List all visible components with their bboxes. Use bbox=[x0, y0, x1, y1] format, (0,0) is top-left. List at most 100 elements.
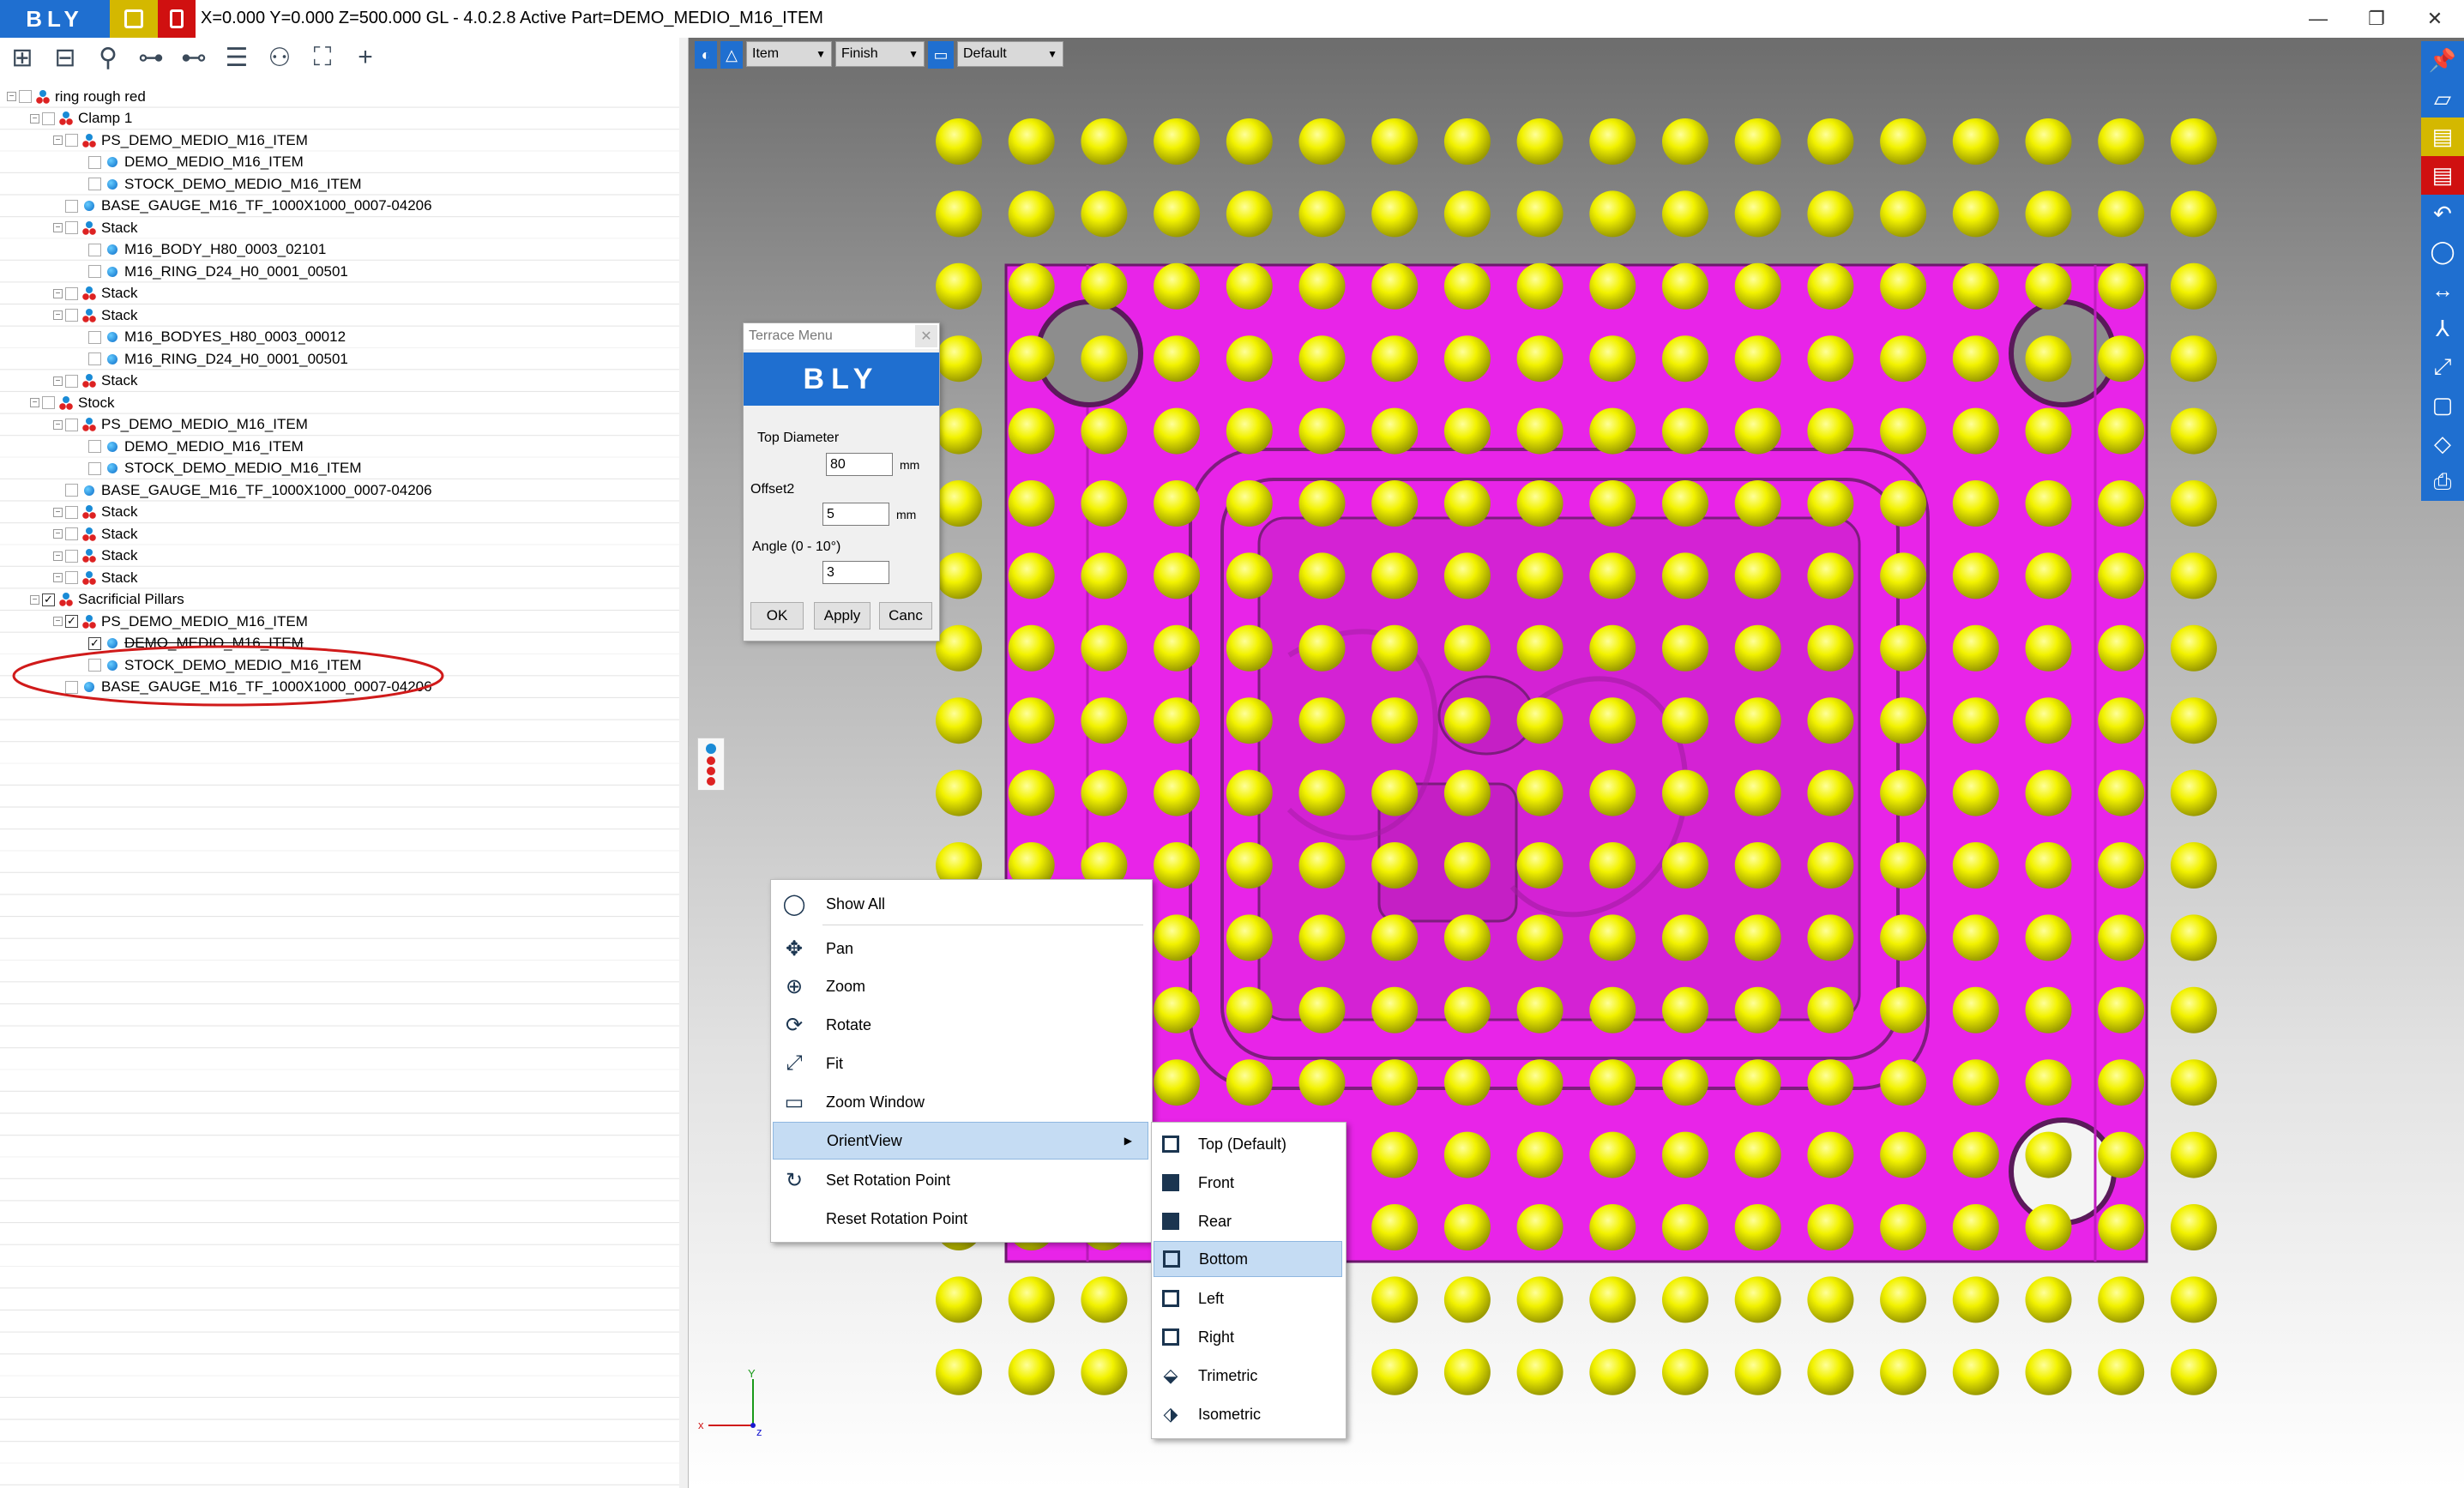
red-mode-button[interactable] bbox=[158, 0, 196, 38]
tree-alt-icon[interactable]: ⊷ bbox=[175, 40, 213, 75]
visibility-checkbox[interactable] bbox=[65, 571, 78, 584]
tree-item[interactable]: − Stack bbox=[53, 217, 138, 238]
plus-icon[interactable]: + bbox=[346, 40, 384, 75]
expander-icon[interactable]: − bbox=[53, 507, 63, 517]
measure-icon[interactable]: ↔ bbox=[2421, 271, 2464, 310]
expander-icon[interactable]: − bbox=[53, 223, 63, 232]
tree-item[interactable]: − Stack bbox=[53, 545, 138, 567]
item-select[interactable]: Item ▼ bbox=[746, 41, 832, 67]
visibility-checkbox[interactable] bbox=[65, 418, 78, 431]
list-icon[interactable]: ☰ bbox=[218, 40, 256, 75]
visibility-checkbox[interactable] bbox=[42, 111, 55, 125]
visibility-checkbox[interactable] bbox=[19, 90, 32, 103]
tree-item[interactable]: BASE_GAUGE_M16_TF_1000X1000_0007-04206 bbox=[53, 479, 432, 501]
visibility-checkbox[interactable] bbox=[88, 461, 101, 475]
visibility-checkbox[interactable] bbox=[65, 484, 78, 497]
ok-button[interactable]: OK bbox=[750, 602, 804, 630]
visibility-checkbox[interactable] bbox=[65, 374, 78, 388]
top-diameter-input[interactable]: 80 bbox=[826, 453, 893, 476]
cancel-button[interactable]: Canc bbox=[879, 602, 932, 630]
tree-item[interactable]: − ring rough red bbox=[7, 86, 146, 107]
menu-item-fit[interactable]: ⤢ Fit bbox=[773, 1045, 1148, 1082]
panel-splitter[interactable] bbox=[679, 38, 689, 1488]
angle-input[interactable]: 3 bbox=[822, 561, 889, 584]
visibility-checkbox[interactable] bbox=[65, 221, 78, 234]
orient-rear[interactable]: Rear bbox=[1154, 1203, 1342, 1239]
search-icon[interactable]: ⚲ bbox=[89, 40, 127, 75]
expander-icon[interactable]: − bbox=[53, 573, 63, 582]
fit-icon[interactable]: ⛶ bbox=[304, 40, 341, 75]
pin-icon[interactable]: 📌 bbox=[2421, 41, 2464, 80]
close-icon[interactable]: ✕ bbox=[915, 325, 937, 347]
axis-icon[interactable]: ⅄ bbox=[2421, 310, 2464, 348]
app-logo[interactable]: BLY bbox=[0, 0, 110, 38]
tree-item[interactable]: − Stock bbox=[30, 392, 115, 413]
shape-icon[interactable]: ◇ bbox=[2421, 425, 2464, 463]
view-mode-icon[interactable]: ◐ bbox=[695, 41, 717, 69]
visibility-checkbox[interactable] bbox=[65, 615, 78, 628]
expander-icon[interactable]: − bbox=[53, 529, 63, 539]
tree-item[interactable]: DEMO_MEDIO_M16_ITEM bbox=[76, 436, 304, 457]
visibility-checkbox[interactable] bbox=[42, 593, 55, 606]
expander-icon[interactable]: − bbox=[7, 92, 16, 101]
visibility-checkbox[interactable] bbox=[65, 309, 78, 322]
folder-icon[interactable]: ▱ bbox=[2421, 80, 2464, 118]
finish-select[interactable]: Finish ▼ bbox=[835, 41, 925, 67]
visibility-checkbox[interactable] bbox=[65, 134, 78, 147]
expander-icon[interactable]: − bbox=[30, 594, 39, 605]
window-icon[interactable]: ▢ bbox=[2421, 386, 2464, 425]
tree-item[interactable]: − Stack bbox=[53, 567, 138, 588]
expander-icon[interactable]: − bbox=[30, 398, 39, 407]
collapse-icon[interactable]: ⊟ bbox=[46, 40, 84, 75]
visibility-checkbox[interactable] bbox=[88, 178, 101, 190]
default-select[interactable]: Default ▼ bbox=[957, 41, 1063, 67]
tree-item[interactable]: − PS_DEMO_MEDIO_M16_ITEM bbox=[53, 414, 308, 436]
tree-item[interactable]: − Stack bbox=[53, 283, 138, 304]
menu-item-reset-rotation-point[interactable]: Reset Rotation Point bbox=[773, 1200, 1148, 1238]
expander-icon[interactable]: − bbox=[53, 310, 63, 320]
tree-item[interactable]: − Stack bbox=[53, 370, 138, 392]
tree-item[interactable]: M16_RING_D24_H0_0001_00501 bbox=[76, 348, 348, 370]
visibility-checkbox[interactable] bbox=[88, 330, 101, 344]
visibility-checkbox[interactable] bbox=[88, 352, 101, 365]
undo-icon[interactable]: ↶ bbox=[2421, 195, 2464, 233]
menu-item-set-rotation-point[interactable]: ↻ Set Rotation Point bbox=[773, 1161, 1148, 1199]
visibility-checkbox[interactable] bbox=[65, 199, 78, 213]
display-mode-icon[interactable]: △ bbox=[720, 41, 743, 69]
tree-item[interactable]: STOCK_DEMO_MEDIO_M16_ITEM bbox=[76, 173, 361, 195]
tree-item[interactable]: − Stack bbox=[53, 523, 138, 545]
menu-item-rotate[interactable]: ⟳ Rotate bbox=[773, 1006, 1148, 1044]
expand-view-icon[interactable]: ⤢ bbox=[2421, 348, 2464, 387]
expand-icon[interactable]: ⊞ bbox=[3, 40, 41, 75]
print-icon[interactable]: ⎙ bbox=[2421, 463, 2464, 502]
3d-viewport[interactable] bbox=[689, 38, 2464, 1488]
offset-input[interactable]: 5 bbox=[822, 503, 889, 526]
restore-button[interactable]: ❐ bbox=[2347, 0, 2406, 38]
expander-icon[interactable]: − bbox=[53, 551, 63, 561]
expander-icon[interactable]: − bbox=[53, 376, 63, 386]
tree-item[interactable]: DEMO_MEDIO_M16_ITEM bbox=[76, 152, 304, 173]
menu-item-zoom-window[interactable]: ▭ Zoom Window bbox=[773, 1083, 1148, 1121]
minimize-button[interactable]: — bbox=[2289, 0, 2347, 38]
tree-item[interactable]: − Clamp 1 bbox=[30, 108, 132, 130]
expander-icon[interactable]: − bbox=[53, 288, 63, 298]
tree-item[interactable]: STOCK_DEMO_MEDIO_M16_ITEM bbox=[76, 458, 361, 479]
layer-icon[interactable]: ▭ bbox=[928, 41, 954, 69]
orient-right[interactable]: Right bbox=[1154, 1319, 1342, 1355]
orient-front[interactable]: Front bbox=[1154, 1165, 1342, 1201]
yellow-mode-button[interactable] bbox=[110, 0, 158, 38]
visibility-checkbox[interactable] bbox=[88, 243, 101, 256]
expander-icon[interactable]: − bbox=[53, 136, 63, 145]
orient-left[interactable]: Left bbox=[1154, 1280, 1342, 1316]
visibility-checkbox[interactable] bbox=[65, 549, 78, 563]
expander-icon[interactable]: − bbox=[53, 617, 63, 626]
scene-canvas[interactable] bbox=[689, 38, 2464, 1488]
tree-item[interactable]: − PS_DEMO_MEDIO_M16_ITEM bbox=[53, 611, 308, 632]
apply-button[interactable]: Apply bbox=[814, 602, 871, 630]
red-tool-icon[interactable]: ▤ bbox=[2421, 156, 2464, 195]
visibility-checkbox[interactable] bbox=[88, 440, 101, 453]
tree-item[interactable]: M16_RING_D24_H0_0001_00501 bbox=[76, 261, 348, 282]
visibility-checkbox[interactable] bbox=[65, 527, 78, 540]
tree-icon[interactable]: ⊶ bbox=[132, 40, 170, 75]
bulb-icon[interactable]: ◯ bbox=[2421, 232, 2464, 271]
